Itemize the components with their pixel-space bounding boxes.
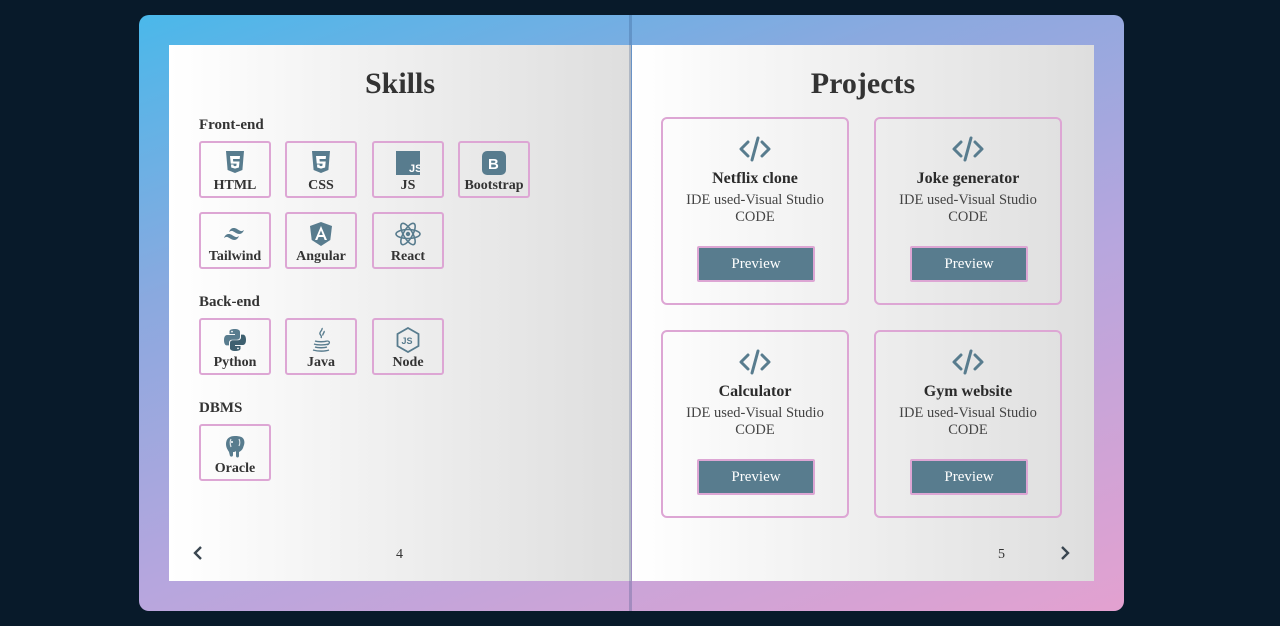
next-page-button[interactable] — [1055, 543, 1075, 563]
preview-button[interactable]: Preview — [697, 459, 815, 495]
page-number: 5 — [998, 547, 1005, 562]
code-icon — [952, 136, 984, 162]
java-icon — [308, 327, 334, 353]
code-icon — [952, 349, 984, 375]
project-card: Gym website IDE used-Visual Studio CODE … — [874, 330, 1062, 518]
right-page: Projects Netflix clone IDE used-Visual S… — [632, 45, 1094, 581]
bootstrap-icon: B — [481, 150, 507, 176]
project-card: Joke generator IDE used-Visual Studio CO… — [874, 117, 1062, 305]
chevron-left-icon — [193, 546, 202, 560]
skill-node[interactable]: JS Node — [372, 318, 444, 375]
preview-button[interactable]: Preview — [910, 459, 1028, 495]
svg-text:JS: JS — [402, 336, 413, 346]
skill-java[interactable]: Java — [285, 318, 357, 375]
skill-label: Java — [307, 355, 335, 370]
skill-label: Tailwind — [208, 249, 262, 264]
chevron-right-icon — [1061, 546, 1070, 560]
project-description: IDE used-Visual Studio CODE — [899, 405, 1037, 438]
python-icon — [222, 327, 248, 353]
svg-text:B: B — [488, 156, 499, 173]
skill-label: Bootstrap — [464, 178, 524, 193]
project-title: Gym website — [923, 383, 1013, 400]
html5-icon — [222, 150, 248, 176]
page-number: 4 — [396, 547, 403, 562]
css3-icon — [308, 150, 334, 176]
skill-tailwind[interactable]: Tailwind — [199, 212, 271, 269]
code-icon — [739, 349, 771, 375]
skill-label: Python — [213, 355, 257, 370]
project-description: IDE used-Visual Studio CODE — [899, 192, 1037, 225]
skill-html[interactable]: HTML — [199, 141, 271, 198]
preview-button[interactable]: Preview — [697, 246, 815, 282]
skill-oracle[interactable]: Oracle — [199, 424, 271, 481]
left-page: Skills Front-end HTML CSS JS JS B Bootst… — [169, 45, 631, 581]
skill-label: Node — [392, 355, 424, 370]
svg-text:JS: JS — [409, 163, 420, 175]
section-label-frontend: Front-end — [199, 117, 264, 133]
project-title: Joke generator — [916, 170, 1020, 187]
nodejs-icon: JS — [395, 327, 421, 353]
project-description: IDE used-Visual Studio CODE — [686, 405, 824, 438]
section-label-dbms: DBMS — [199, 400, 243, 416]
code-icon — [739, 136, 771, 162]
project-title: Calculator — [718, 383, 792, 400]
book: Skills Front-end HTML CSS JS JS B Bootst… — [139, 15, 1124, 611]
angular-icon — [308, 221, 334, 247]
skill-label: JS — [400, 178, 416, 193]
tailwind-icon — [222, 221, 248, 247]
skill-python[interactable]: Python — [199, 318, 271, 375]
skill-angular[interactable]: Angular — [285, 212, 357, 269]
page-title: Projects — [810, 67, 916, 100]
section-label-backend: Back-end — [199, 294, 260, 310]
page-title: Skills — [364, 67, 436, 100]
skill-js[interactable]: JS JS — [372, 141, 444, 198]
next-page-button[interactable] — [1193, 543, 1213, 563]
skill-label: HTML — [213, 178, 257, 193]
skill-label: React — [390, 249, 426, 264]
react-icon — [395, 221, 421, 247]
postgresql-icon — [222, 433, 248, 459]
prev-page-button[interactable] — [188, 543, 208, 563]
skill-label: Oracle — [214, 461, 256, 476]
skill-bootstrap[interactable]: B Bootstrap — [458, 141, 530, 198]
project-card: Netflix clone IDE used-Visual Studio COD… — [661, 117, 849, 305]
skill-label: CSS — [308, 178, 334, 193]
skill-react[interactable]: React — [372, 212, 444, 269]
project-description: IDE used-Visual Studio CODE — [686, 192, 824, 225]
preview-button[interactable]: Preview — [910, 246, 1028, 282]
project-title: Netflix clone — [712, 170, 798, 187]
skill-css[interactable]: CSS — [285, 141, 357, 198]
skill-label: Angular — [296, 249, 346, 264]
project-card: Calculator IDE used-Visual Studio CODE P… — [661, 330, 849, 518]
javascript-icon: JS — [395, 150, 421, 176]
